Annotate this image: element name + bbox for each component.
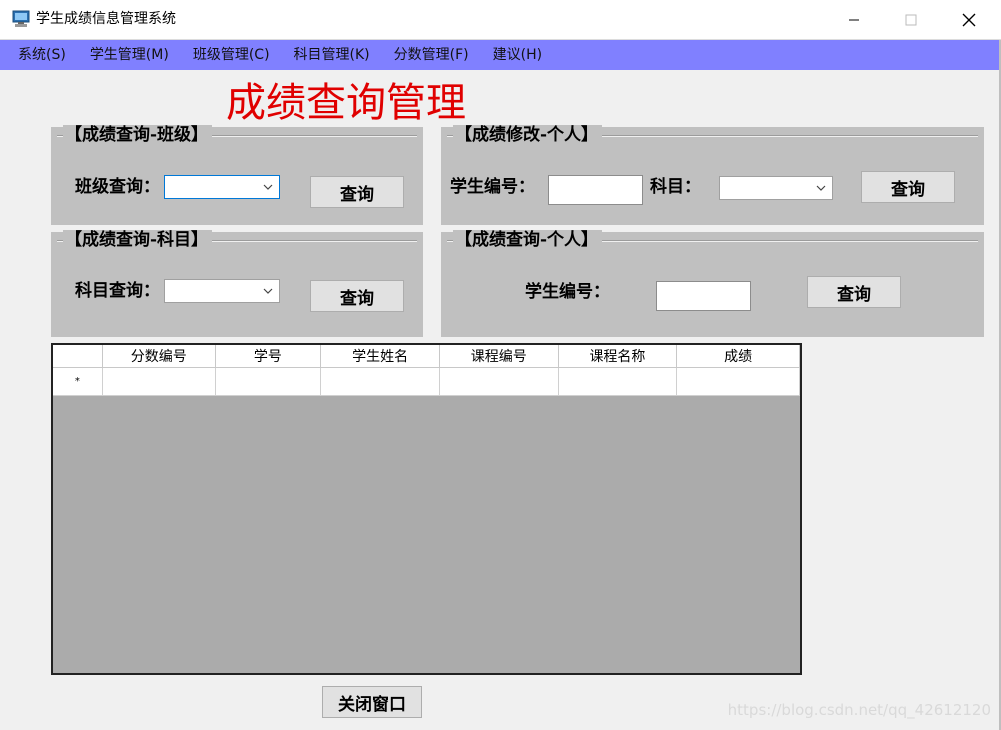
score-grid[interactable]: 分数编号 学号 学生姓名 课程编号 课程名称 成绩 *: [51, 343, 802, 675]
personal-student-id-input[interactable]: [656, 281, 751, 311]
table-row[interactable]: *: [53, 367, 800, 396]
menu-score-management[interactable]: 分数管理(F): [382, 40, 481, 70]
column-header[interactable]: 分数编号: [102, 345, 216, 368]
close-window-form-button[interactable]: 关闭窗口: [322, 686, 422, 718]
class-query-label: 班级查询：: [75, 177, 160, 197]
menu-bar: 系统(S) 学生管理(M) 班级管理(C) 科目管理(K) 分数管理(F) 建议…: [0, 40, 1001, 70]
class-query-group: 【成绩查询-班级】 班级查询： 查询: [51, 125, 423, 225]
watermark: https://blog.csdn.net/qq_42612120: [727, 701, 991, 719]
class-query-legend: 【成绩查询-班级】: [63, 125, 213, 145]
table-cell[interactable]: [215, 367, 322, 396]
subject-query-group: 【成绩查询-科目】 科目查询： 查询: [51, 230, 423, 337]
page-title: 成绩查询管理: [226, 80, 466, 126]
subject-edit-select[interactable]: [719, 176, 833, 200]
personal-student-id-label: 学生编号：: [525, 282, 610, 302]
maximize-icon: [905, 14, 917, 26]
computer-icon: [12, 10, 30, 28]
personal-query-legend: 【成绩查询-个人】: [453, 230, 603, 250]
personal-edit-query-button[interactable]: 查询: [861, 171, 955, 203]
table-cell[interactable]: [102, 367, 216, 396]
menu-system[interactable]: 系统(S): [6, 40, 78, 70]
subject-select[interactable]: [164, 279, 280, 303]
subject-query-label: 科目查询：: [75, 281, 160, 301]
chevron-down-icon: [263, 184, 273, 190]
table-cell[interactable]: [558, 367, 678, 396]
close-window-button[interactable]: [940, 0, 998, 40]
personal-query-button[interactable]: 查询: [807, 276, 901, 308]
class-query-button[interactable]: 查询: [310, 176, 404, 208]
menu-class-management[interactable]: 班级管理(C): [181, 40, 282, 70]
grid-table: 分数编号 学号 学生姓名 课程编号 课程名称 成绩 *: [53, 345, 800, 396]
student-id-input[interactable]: [548, 175, 643, 205]
maximize-button[interactable]: [882, 0, 940, 40]
minimize-icon: [849, 19, 859, 21]
table-cell[interactable]: [676, 367, 800, 396]
subject-query-legend: 【成绩查询-科目】: [63, 230, 213, 250]
window-title: 学生成绩信息管理系统: [36, 11, 176, 27]
subject-query-button[interactable]: 查询: [310, 280, 404, 312]
personal-query-group: 【成绩查询-个人】 学生编号： 查询: [441, 230, 984, 337]
close-icon: [962, 13, 976, 27]
minimize-button[interactable]: [825, 0, 883, 40]
table-cell[interactable]: [320, 367, 440, 396]
menu-subject-management[interactable]: 科目管理(K): [282, 40, 382, 70]
personal-edit-group: 【成绩修改-个人】 学生编号： 科目： 查询: [441, 125, 984, 225]
subject-label: 科目：: [650, 177, 701, 197]
chevron-down-icon: [263, 288, 273, 294]
menu-suggestion[interactable]: 建议(H): [481, 40, 554, 70]
personal-edit-legend: 【成绩修改-个人】: [453, 125, 603, 145]
grid-corner-header: [53, 345, 103, 368]
title-bar: 学生成绩信息管理系统: [0, 0, 1001, 40]
chevron-down-icon: [816, 185, 826, 191]
student-id-label: 学生编号：: [450, 177, 535, 197]
table-cell[interactable]: [439, 367, 559, 396]
new-row-marker: *: [53, 367, 103, 396]
menu-student-management[interactable]: 学生管理(M): [78, 40, 181, 70]
column-header[interactable]: 成绩: [676, 345, 800, 368]
class-select[interactable]: [164, 175, 280, 199]
column-header[interactable]: 课程编号: [439, 345, 559, 368]
column-header[interactable]: 学号: [215, 345, 322, 368]
grid-header-row: 分数编号 学号 学生姓名 课程编号 课程名称 成绩: [53, 345, 800, 368]
column-header[interactable]: 课程名称: [558, 345, 678, 368]
column-header[interactable]: 学生姓名: [320, 345, 440, 368]
